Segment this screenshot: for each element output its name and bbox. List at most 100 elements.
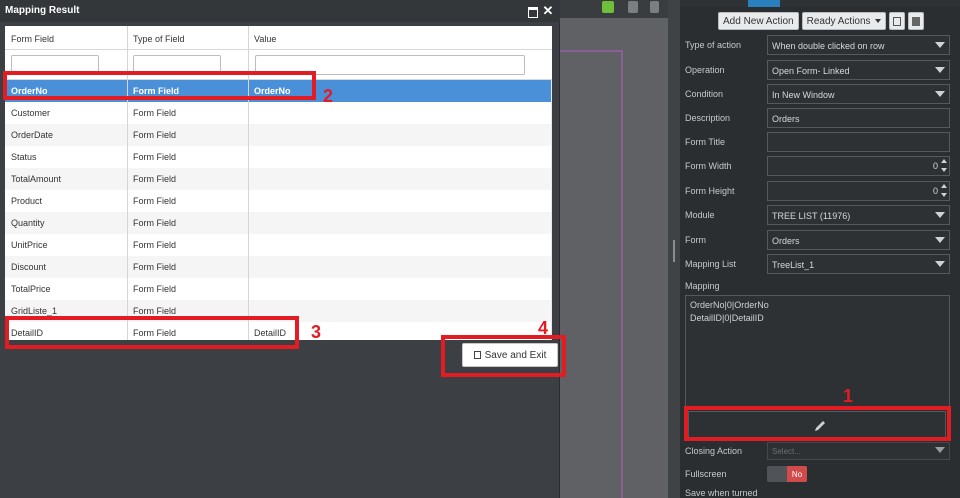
prop-module: Module TREE LIST (11976)	[680, 205, 960, 226]
mapping-list-select[interactable]: TreeList_1	[767, 254, 950, 274]
modal-title: Mapping Result	[5, 5, 80, 16]
ready-actions-dropdown[interactable]: Ready Actions	[801, 12, 886, 30]
annotation-number-1: 1	[843, 386, 854, 406]
cell-value[interactable]	[248, 234, 260, 256]
chevron-down-icon	[932, 234, 948, 246]
cell-value[interactable]	[248, 190, 260, 212]
cell-form-field: UnitPrice	[11, 240, 48, 250]
cell-form-field: OrderDate	[11, 130, 54, 140]
annotation-number-3: 3	[311, 322, 322, 342]
grid-header: Form Field Type of Field Value	[5, 26, 552, 50]
cell-form-field: TotalAmount	[11, 174, 62, 184]
condition-select[interactable]: In New Window	[767, 84, 950, 104]
table-row[interactable]: TotalAmount Form Field	[5, 168, 552, 190]
fullscreen-label: Fullscreen	[685, 469, 727, 479]
chevron-down-icon	[935, 447, 945, 453]
annotation-number-4: 4	[538, 318, 549, 338]
operation-select[interactable]: Open Form- Linked	[767, 60, 950, 80]
chevron-down-icon	[932, 64, 948, 76]
cell-value[interactable]	[248, 146, 260, 168]
fullscreen-toggle[interactable]: No	[767, 466, 807, 482]
chevron-down-icon	[874, 19, 881, 23]
cell-type: Form Field	[133, 240, 177, 250]
form-width-input[interactable]	[767, 156, 950, 176]
description-input[interactable]: Orders	[767, 108, 950, 128]
save-when-label: Save when turned	[685, 488, 758, 498]
spinner-icon[interactable]	[940, 159, 948, 172]
prop-label: Type of action	[685, 40, 742, 50]
cell-value[interactable]	[248, 212, 260, 234]
tablet-icon[interactable]	[628, 1, 638, 13]
spinner-icon[interactable]	[940, 184, 948, 197]
table-row[interactable]: UnitPrice Form Field	[5, 234, 552, 256]
toggle-no-label: No	[787, 466, 807, 482]
prop-label: Condition	[685, 89, 724, 99]
prop-label: Form Height	[685, 186, 735, 196]
cell-value[interactable]	[248, 102, 260, 124]
table-row[interactable]: Product Form Field	[5, 190, 552, 212]
cell-type: Form Field	[133, 284, 177, 294]
modal-header: Mapping Result ✕	[0, 0, 560, 22]
annotation-box-2	[3, 71, 316, 100]
form-height-input[interactable]	[767, 181, 950, 201]
cell-value[interactable]	[248, 278, 260, 300]
form-select[interactable]: Orders	[767, 230, 950, 250]
table-row[interactable]: OrderDate Form Field	[5, 124, 552, 146]
annotation-number-2: 2	[323, 86, 334, 106]
close-icon[interactable]: ✕	[542, 4, 554, 17]
copy-icon[interactable]	[888, 12, 905, 30]
table-row[interactable]: Status Form Field	[5, 146, 552, 168]
closing-action-label: Closing Action	[685, 446, 743, 456]
ready-actions-label: Ready Actions	[806, 15, 871, 27]
prop-form-title: Form Title	[680, 132, 960, 153]
panel-tabs	[680, 0, 960, 7]
closing-action-placeholder: Select...	[772, 447, 801, 456]
cell-value[interactable]	[248, 256, 260, 278]
table-row[interactable]: Discount Form Field	[5, 256, 552, 278]
desktop-icon[interactable]	[602, 1, 614, 13]
maximize-icon[interactable]	[527, 5, 539, 18]
prop-label: Description	[685, 113, 731, 123]
mapping-textarea[interactable]: OrderNo|0|OrderNo DetailID|0|DetailID	[685, 295, 950, 407]
column-header-type[interactable]: Type of Field	[127, 26, 248, 50]
cell-type: Form Field	[133, 218, 177, 228]
cell-value[interactable]	[248, 168, 260, 190]
prop-label: Operation	[685, 65, 725, 75]
device-toolbar	[560, 0, 668, 18]
mobile-icon[interactable]	[650, 1, 659, 13]
prop-label: Form Width	[685, 161, 732, 171]
cell-type: Form Field	[133, 108, 177, 118]
annotation-box-1	[684, 406, 951, 441]
prop-description: Description Orders	[680, 108, 960, 129]
cell-type: Form Field	[133, 196, 177, 206]
prop-label: Module	[685, 210, 715, 220]
module-select[interactable]: TREE LIST (11976)	[767, 205, 950, 225]
chevron-down-icon	[932, 39, 948, 51]
grid-scrollbar[interactable]	[551, 80, 552, 340]
annotation-box-3	[5, 316, 299, 349]
form-height-value: 0	[932, 186, 938, 196]
canvas-page-frame	[560, 50, 623, 498]
column-header-value[interactable]: Value	[248, 26, 552, 50]
table-row[interactable]: Customer Form Field	[5, 102, 552, 124]
closing-action-select[interactable]: Select...	[767, 442, 950, 460]
panel-tab-active[interactable]	[748, 0, 780, 7]
chevron-down-icon	[932, 88, 948, 100]
table-row[interactable]: TotalPrice Form Field	[5, 278, 552, 300]
prop-label: Form Title	[685, 137, 726, 147]
column-header-form-field[interactable]: Form Field	[5, 26, 127, 50]
form-width-value: 0	[932, 161, 938, 171]
prop-condition: Condition In New Window	[680, 84, 960, 105]
prop-label: Mapping List	[685, 259, 737, 269]
table-row[interactable]: Quantity Form Field	[5, 212, 552, 234]
paste-icon[interactable]	[907, 12, 924, 30]
add-new-action-button[interactable]: Add New Action	[718, 12, 799, 30]
cell-value[interactable]	[248, 124, 260, 146]
form-title-input[interactable]	[767, 132, 950, 152]
prop-label: Form	[685, 235, 706, 245]
prop-operation: Operation Open Form- Linked	[680, 60, 960, 81]
mapping-line: OrderNo|0|OrderNo	[690, 300, 769, 310]
type-of-action-select[interactable]: When double clicked on row	[767, 35, 950, 55]
prop-mapping-list: Mapping List TreeList_1	[680, 254, 960, 275]
mapping-label: Mapping	[685, 281, 720, 291]
